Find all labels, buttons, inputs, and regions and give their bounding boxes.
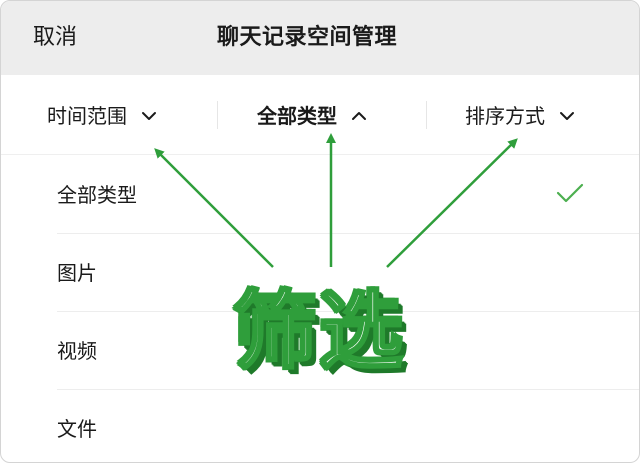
filter-divider [426,101,427,129]
list-item-label: 全部类型 [57,183,137,207]
filter-divider [217,101,218,129]
chevron-down-icon [142,112,156,120]
list-item-all-types[interactable]: 全部类型 [57,156,639,234]
filter-all-types[interactable]: 全部类型 [257,101,367,131]
list-item-files[interactable]: 文件 [57,390,639,462]
checkmark-icon [556,183,584,203]
chevron-down-icon [560,112,574,120]
list-item-label: 文件 [57,417,97,441]
filter-time-range[interactable]: 时间范围 [47,101,157,131]
chevron-up-icon [352,112,366,120]
filter-label: 全部类型 [257,104,337,128]
filter-label: 时间范围 [47,104,127,128]
filter-sort-order[interactable]: 排序方式 [465,101,575,131]
app-window: 取消 聊天记录空间管理 时间范围 全部类型 排序方式 全部类型 图片 视频 文件… [0,0,640,463]
page-title: 聊天记录空间管理 [217,25,398,50]
list-item-label: 视频 [57,339,97,363]
filter-bar: 时间范围 全部类型 排序方式 [1,75,639,155]
annotation-label: 筛选 [231,281,406,382]
list-item-label: 图片 [57,261,97,285]
header-bar: 取消 聊天记录空间管理 [1,1,639,75]
filter-label: 排序方式 [465,104,545,128]
cancel-button[interactable]: 取消 [33,23,77,53]
